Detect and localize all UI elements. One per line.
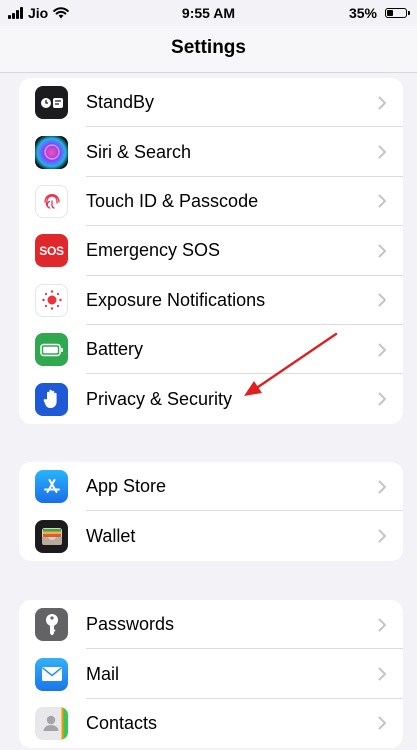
chevron-right-icon — [378, 480, 386, 494]
fingerprint-icon — [35, 184, 68, 218]
chevron-right-icon — [378, 716, 386, 730]
settings-row-privacy-security[interactable]: Privacy & Security — [19, 374, 403, 423]
standby-icon — [35, 86, 68, 120]
chevron-right-icon — [378, 343, 386, 357]
battery-percent: 35% — [348, 5, 377, 21]
chevron-right-icon — [378, 293, 386, 307]
settings-row-label: Mail — [86, 663, 120, 684]
settings-group-apps: App Store Wallet — [19, 462, 403, 561]
chevron-right-icon — [378, 529, 386, 543]
navigation-bar: Settings — [0, 26, 417, 73]
chevron-right-icon — [378, 194, 386, 208]
settings-row-label: Contacts — [86, 712, 158, 733]
settings-group-system: StandBy Siri & Search Touch ID & Passcod… — [19, 78, 403, 424]
chevron-right-icon — [378, 145, 386, 159]
chevron-right-icon — [378, 667, 386, 681]
settings-row-passwords[interactable]: Passwords — [19, 600, 403, 650]
sos-icon: SOS — [35, 234, 68, 268]
settings-row-standby[interactable]: StandBy — [19, 78, 403, 128]
settings-row-label: Privacy & Security — [86, 388, 233, 409]
settings-row-contacts[interactable]: Contacts — [19, 699, 403, 748]
mail-icon — [35, 657, 68, 691]
sos-icon-text: SOS — [39, 243, 64, 258]
hand-icon — [35, 382, 68, 416]
key-icon — [35, 608, 68, 642]
settings-row-label: Emergency SOS — [86, 240, 221, 261]
settings-group-accounts: Passwords Mail Contacts — [19, 600, 403, 749]
settings-row-app-store[interactable]: App Store — [19, 462, 403, 512]
settings-row-battery[interactable]: Battery — [19, 325, 403, 375]
settings-row-label: Wallet — [86, 525, 136, 546]
chevron-right-icon — [378, 96, 386, 110]
app-store-icon — [35, 470, 68, 504]
settings-row-label: StandBy — [86, 92, 155, 113]
settings-row-exposure-notifications[interactable]: Exposure Notifications — [19, 276, 403, 325]
settings-row-wallet[interactable]: Wallet — [19, 511, 403, 560]
page-title: Settings — [171, 37, 246, 58]
battery-icon — [35, 333, 68, 367]
chevron-right-icon — [378, 618, 386, 632]
settings-row-label: Touch ID & Passcode — [86, 190, 259, 211]
settings-row-label: Battery — [86, 339, 144, 360]
status-right: 35% — [348, 5, 410, 21]
settings-row-emergency-sos[interactable]: SOS Emergency SOS — [19, 226, 403, 276]
settings-row-label: Passwords — [86, 614, 175, 635]
siri-icon — [35, 135, 68, 169]
status-bar: Jio 9:55 AM 35% — [0, 0, 417, 26]
battery-status-icon — [385, 8, 410, 18]
settings-row-label: Exposure Notifications — [86, 289, 266, 310]
wallet-icon — [35, 519, 68, 553]
settings-row-siri-search[interactable]: Siri & Search — [19, 127, 403, 177]
chevron-right-icon — [378, 392, 386, 406]
chevron-right-icon — [378, 244, 386, 258]
settings-row-label: Siri & Search — [86, 141, 192, 162]
settings-row-label: App Store — [86, 476, 167, 497]
settings-row-touch-id-passcode[interactable]: Touch ID & Passcode — [19, 177, 403, 227]
settings-row-mail[interactable]: Mail — [19, 649, 403, 699]
exposure-icon — [35, 283, 68, 317]
contacts-icon — [35, 706, 68, 740]
